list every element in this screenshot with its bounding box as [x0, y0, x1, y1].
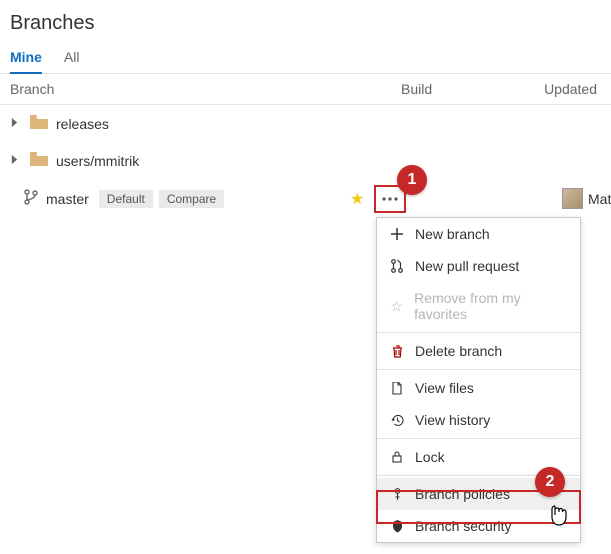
branch-name: master [46, 191, 89, 207]
menu-remove-favorite: ☆ Remove from my favorites [377, 282, 580, 330]
menu-separator [377, 332, 580, 333]
column-updated: Updated [521, 81, 601, 97]
compare-badge: Compare [159, 190, 224, 208]
menu-view-files[interactable]: View files [377, 372, 580, 404]
branch-row-master[interactable]: master Default Compare ★ Matt [0, 179, 611, 218]
ellipsis-icon [382, 197, 398, 201]
tab-all[interactable]: All [64, 43, 80, 73]
menu-delete-branch[interactable]: Delete branch [377, 335, 580, 367]
menu-label: New pull request [415, 258, 519, 274]
pull-request-icon [389, 259, 405, 273]
menu-label: New branch [415, 226, 490, 242]
branch-list: releases users/mmitrik master Default Co… [0, 105, 611, 218]
shield-icon [389, 520, 405, 533]
callout-1: 1 [397, 165, 427, 195]
folder-icon [30, 152, 48, 169]
column-build: Build [401, 81, 521, 97]
plus-icon [389, 228, 405, 240]
page-title: Branches [0, 0, 611, 43]
lock-icon [389, 451, 405, 463]
menu-separator [377, 438, 580, 439]
policy-icon [389, 488, 405, 501]
tabs: Mine All [0, 43, 611, 74]
menu-label: Branch policies [415, 486, 510, 502]
chevron-right-icon [10, 118, 24, 130]
menu-label: Lock [415, 449, 445, 465]
folder-row-users[interactable]: users/mmitrik [0, 142, 611, 179]
menu-label: View files [415, 380, 474, 396]
menu-label: View history [415, 412, 490, 428]
callout-2: 2 [535, 467, 565, 497]
menu-label: Delete branch [415, 343, 502, 359]
menu-label: Remove from my favorites [414, 290, 568, 322]
folder-icon [30, 115, 48, 132]
folder-name: users/mmitrik [56, 153, 139, 169]
history-icon [389, 414, 405, 427]
menu-new-branch[interactable]: New branch [377, 218, 580, 250]
file-icon [389, 382, 405, 395]
author-name: Matt [588, 191, 611, 207]
menu-view-history[interactable]: View history [377, 404, 580, 436]
avatar [562, 188, 583, 209]
branch-icon [24, 189, 38, 208]
cursor-icon [549, 505, 569, 532]
star-icon[interactable]: ★ [350, 189, 364, 209]
tab-mine[interactable]: Mine [10, 43, 42, 73]
table-header: Branch Build Updated [0, 74, 611, 105]
menu-new-pull-request[interactable]: New pull request [377, 250, 580, 282]
star-outline-icon: ☆ [389, 298, 404, 315]
column-branch: Branch [10, 81, 401, 97]
menu-separator [377, 369, 580, 370]
menu-label: Branch security [415, 518, 511, 534]
chevron-right-icon [10, 155, 24, 167]
folder-row-releases[interactable]: releases [0, 105, 611, 142]
trash-icon [389, 345, 405, 358]
folder-name: releases [56, 116, 109, 132]
default-badge: Default [99, 190, 153, 208]
